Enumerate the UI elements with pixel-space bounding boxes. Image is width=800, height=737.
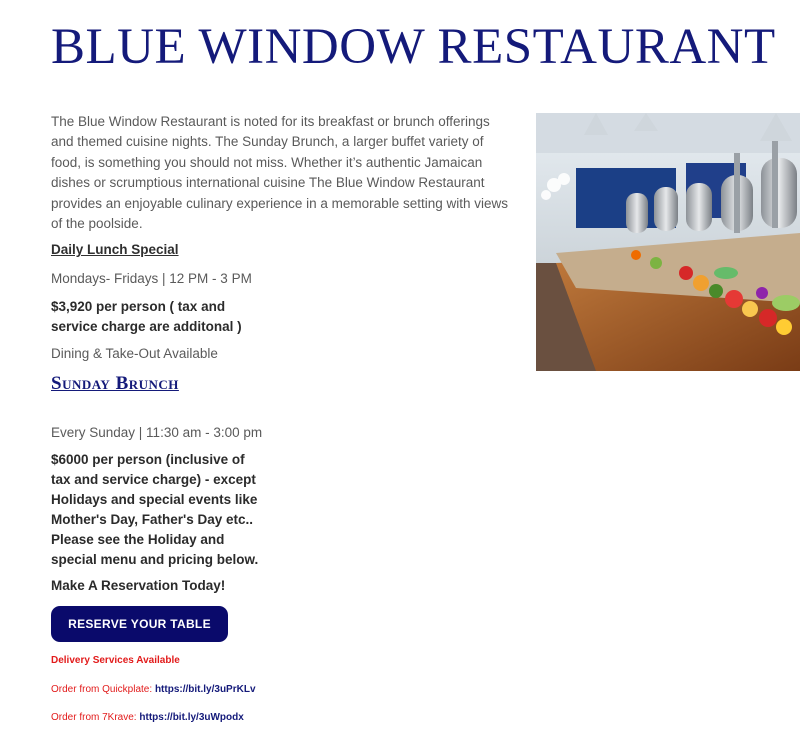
buffet-photo — [536, 113, 800, 371]
delivery-heading: Delivery Services Available — [51, 655, 180, 666]
brunch-price: $6000 per person (inclusive of tax and s… — [51, 450, 291, 570]
reserve-table-button[interactable]: RESERVE YOUR TABLE — [51, 606, 228, 642]
quickplate-line: Order from Quickplate: https://bit.ly/3u… — [51, 684, 256, 695]
brunch-heading: Sunday Brunch — [51, 373, 179, 394]
lunch-price-line: service charge are additonal ) — [51, 319, 242, 334]
sevenkrave-label: Order from 7Krave: — [51, 712, 137, 723]
quickplate-label: Order from Quickplate: — [51, 684, 153, 695]
brunch-price-line: special menu and pricing below. — [51, 552, 259, 567]
brunch-price-line: $6000 per person (inclusive of — [51, 452, 245, 467]
lunch-price: $3,920 per person ( tax and service char… — [51, 297, 281, 337]
reservation-cta: Make A Reservation Today! — [51, 578, 226, 593]
brunch-price-line: tax and service charge) - except — [51, 472, 256, 487]
sevenkrave-line: Order from 7Krave: https://bit.ly/3uWpod… — [51, 712, 244, 723]
lunch-note: Dining & Take-Out Available — [51, 346, 218, 361]
page-title: BLUE WINDOW RESTAURANT — [51, 19, 776, 75]
brunch-price-line: Holidays and special events like — [51, 492, 258, 507]
brunch-price-line: Mother's Day, Father's Day etc.. — [51, 512, 253, 527]
lunch-heading: Daily Lunch Special — [51, 242, 179, 257]
lunch-price-line: $3,920 per person ( tax and — [51, 299, 226, 314]
quickplate-link[interactable]: https://bit.ly/3uPrKLv — [155, 684, 256, 695]
brunch-hours: Every Sunday | 11:30 am - 3:00 pm — [51, 425, 263, 440]
intro-paragraph: The Blue Window Restaurant is noted for … — [51, 114, 508, 232]
sevenkrave-link[interactable]: https://bit.ly/3uWpodx — [139, 712, 243, 723]
brunch-price-line: Please see the Holiday and — [51, 532, 225, 547]
lunch-hours: Mondays- Fridays | 12 PM - 3 PM — [51, 271, 252, 286]
